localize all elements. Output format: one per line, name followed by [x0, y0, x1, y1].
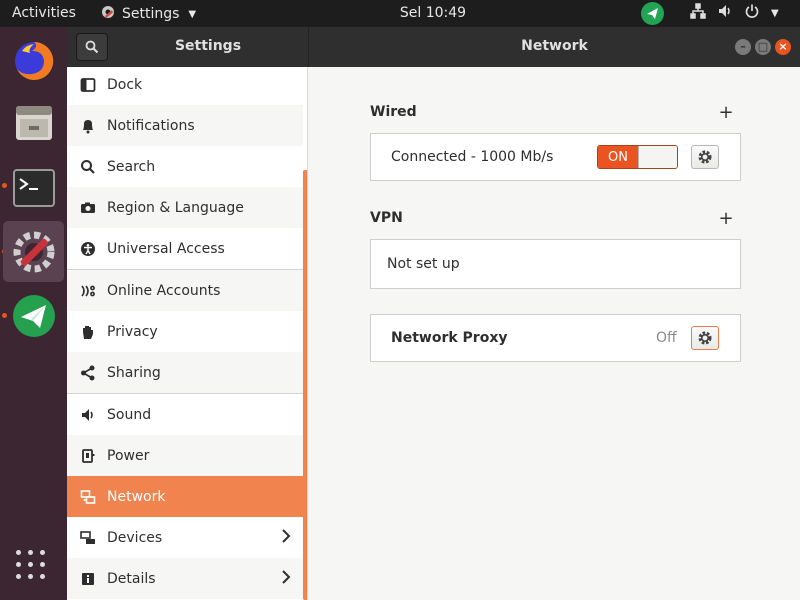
sidebar-item-universal-access[interactable]: Universal Access: [67, 228, 303, 269]
sidebar-item-label: Universal Access: [107, 240, 225, 257]
chevron-right-icon: [281, 528, 291, 548]
power-plug-icon: [78, 448, 98, 464]
proxy-frame[interactable]: Network Proxy Off: [370, 314, 741, 362]
sidebar-item-sharing[interactable]: Sharing: [67, 352, 303, 393]
search-icon: [78, 159, 98, 175]
sidebar-item-label: Network: [107, 488, 166, 505]
chevron-right-icon: [281, 569, 291, 589]
network-panel: Wired + Connected - 1000 Mb/s ON VPN + N…: [309, 67, 800, 600]
settings-tools-icon: [13, 231, 54, 272]
window-controls: – □ ×: [735, 39, 791, 55]
sidebar-item-power[interactable]: Power: [67, 435, 303, 476]
gear-icon: [698, 331, 712, 345]
wired-toggle-switch[interactable]: ON: [597, 145, 678, 169]
hand-icon: [78, 324, 98, 340]
volume-icon: [717, 3, 733, 23]
sidebar-title: Settings: [174, 38, 242, 54]
proxy-label: Network Proxy: [391, 330, 508, 346]
dock-files[interactable]: [3, 91, 64, 152]
dock-firefox[interactable]: [3, 30, 64, 91]
sidebar-item-devices[interactable]: Devices: [67, 517, 303, 558]
settings-sidebar: Dock Notifications Search Region & Langu…: [67, 67, 308, 600]
sidebar-item-search[interactable]: Search: [67, 146, 303, 187]
file-cabinet-icon: [15, 105, 52, 140]
switch-on-label: ON: [598, 146, 638, 168]
show-applications-button[interactable]: [16, 550, 45, 579]
power-icon: [744, 3, 760, 23]
sidebar-item-label: Sharing: [107, 364, 161, 381]
terminal-icon: [12, 168, 55, 207]
sidebar-item-label: Sound: [107, 406, 152, 423]
caret-down-icon: ▼: [771, 7, 779, 19]
sidebar-item-sound[interactable]: Sound: [67, 394, 303, 435]
network-icon: [78, 489, 98, 505]
wired-settings-button[interactable]: [691, 145, 719, 169]
dock-settings[interactable]: [3, 221, 64, 282]
maximize-button[interactable]: □: [755, 39, 771, 55]
search-icon: [85, 40, 99, 54]
wired-section-title: Wired: [370, 104, 417, 120]
sidebar-item-label: Details: [107, 570, 156, 587]
wired-frame: Connected - 1000 Mb/s ON: [370, 133, 741, 181]
sidebar-item-label: Privacy: [107, 323, 158, 340]
panel-title: Network: [521, 38, 588, 54]
camera-icon: [78, 200, 98, 216]
info-icon: [78, 571, 98, 587]
search-button[interactable]: [76, 33, 108, 61]
sidebar-item-privacy[interactable]: Privacy: [67, 311, 303, 352]
network-icon: [690, 3, 706, 23]
sidebar-item-dock[interactable]: Dock: [67, 67, 303, 105]
sidebar-item-online-accounts[interactable]: Online Accounts: [67, 270, 303, 311]
online-accounts-icon: [78, 283, 98, 299]
sidebar-item-notifications[interactable]: Notifications: [67, 105, 303, 146]
add-vpn-button[interactable]: +: [717, 210, 735, 228]
sidebar-item-label: Dock: [107, 76, 143, 93]
vpn-section-title: VPN: [370, 210, 403, 226]
switch-knob: [638, 146, 677, 168]
speaker-icon: [78, 407, 98, 423]
add-wired-button[interactable]: +: [717, 104, 735, 122]
devices-icon: [78, 530, 98, 546]
sidebar-item-label: Notifications: [107, 117, 195, 134]
proxy-settings-button[interactable]: [691, 326, 719, 350]
sidebar-scrollbar[interactable]: [303, 170, 307, 600]
telegram-icon: [12, 294, 55, 337]
sidebar-item-label: Devices: [107, 529, 163, 546]
dock: [0, 27, 67, 600]
sidebar-item-label: Online Accounts: [107, 282, 221, 299]
vpn-frame: Not set up: [370, 239, 741, 289]
sidebar-item-region-language[interactable]: Region & Language: [67, 187, 303, 228]
share-icon: [78, 365, 98, 381]
sidebar-item-network[interactable]: Network: [67, 476, 303, 517]
settings-window: Settings Network – □ × Dock Notification…: [67, 27, 800, 600]
clock[interactable]: Sel 10:49: [0, 5, 800, 21]
bell-icon: [78, 118, 98, 134]
minimize-button[interactable]: –: [735, 39, 751, 55]
header-bar: Settings Network – □ ×: [67, 27, 800, 67]
system-tray[interactable]: ▼: [690, 3, 779, 23]
wired-status: Connected - 1000 Mb/s: [391, 149, 554, 165]
top-bar: Activities Settings ▼ Sel 10:49 ▼: [0, 0, 800, 27]
accessibility-icon: [78, 241, 98, 257]
dock-telegram[interactable]: [3, 285, 64, 346]
proxy-value: Off: [656, 330, 677, 346]
dock-terminal[interactable]: [3, 157, 64, 218]
sidebar-item-label: Search: [107, 158, 156, 175]
close-button[interactable]: ×: [775, 39, 791, 55]
firefox-icon: [14, 41, 53, 80]
dock-icon: [78, 77, 98, 93]
telegram-icon[interactable]: [641, 2, 664, 25]
gear-icon: [698, 150, 712, 164]
sidebar-item-label: Region & Language: [107, 199, 244, 216]
vpn-status: Not set up: [387, 256, 460, 272]
sidebar-item-label: Power: [107, 447, 150, 464]
sidebar-item-details[interactable]: Details: [67, 558, 303, 599]
